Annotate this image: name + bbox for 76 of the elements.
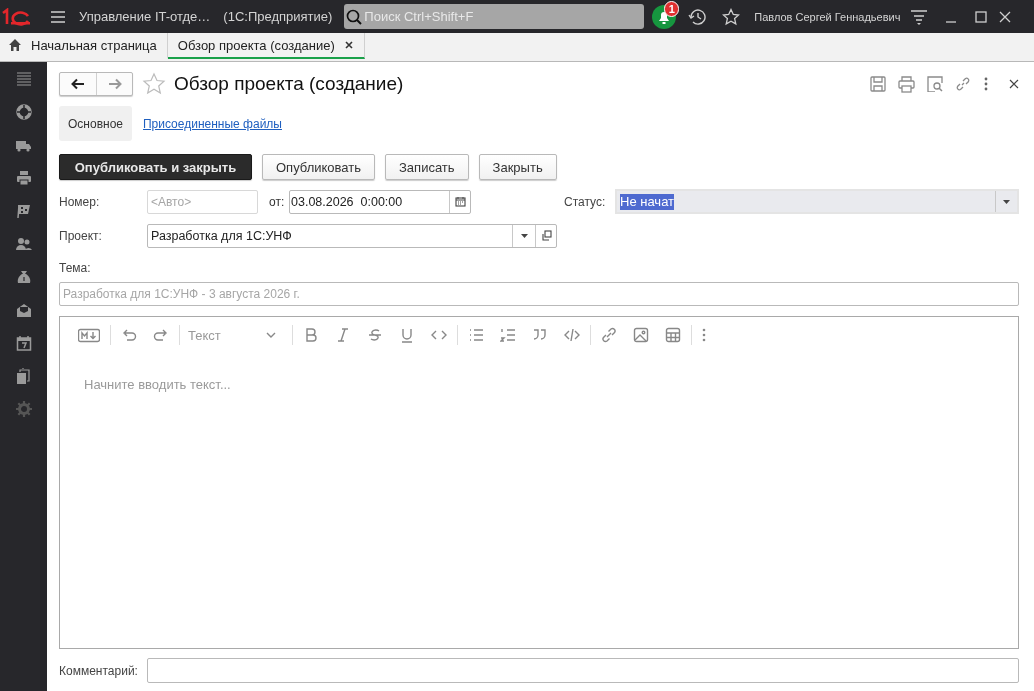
table-icon[interactable] (665, 327, 681, 343)
date-field[interactable]: 03.08.2026 0:00:00 (289, 189, 471, 214)
star-icon[interactable] (142, 72, 166, 96)
field-label: Статус: (564, 194, 607, 209)
filter-menu-icon[interactable] (910, 7, 929, 26)
documents-icon[interactable] (15, 368, 32, 384)
history-icon[interactable] (688, 7, 707, 26)
search-icon (346, 8, 363, 25)
field-label: от: (269, 194, 286, 209)
image-icon[interactable] (633, 327, 649, 343)
search-input[interactable]: Поиск Ctrl+Shift+F (362, 9, 635, 24)
calendar-icon[interactable] (15, 335, 32, 351)
date-input[interactable]: 03.08.2026 0:00:00 (290, 194, 449, 209)
flag-icon[interactable] (15, 203, 32, 219)
action-button[interactable]: Записать (385, 154, 469, 180)
save-icon[interactable] (870, 76, 886, 92)
link-icon[interactable] (955, 76, 971, 92)
dropdown-arrow-icon[interactable] (520, 233, 528, 238)
markdown-icon[interactable] (78, 327, 100, 343)
home-icon (8, 38, 22, 52)
search-field[interactable]: Поиск Ctrl+Shift+F (344, 4, 645, 29)
mail-icon[interactable] (15, 302, 32, 318)
number-input[interactable]: <Авто> (148, 194, 257, 209)
dropdown-arrow-icon[interactable] (1003, 199, 1010, 204)
close-icon[interactable] (1009, 79, 1019, 89)
action-button[interactable]: Опубликовать (262, 154, 375, 180)
tab[interactable]: Обзор проекта (создание) (167, 33, 365, 59)
money-bag-icon[interactable] (15, 269, 32, 285)
maximize-icon[interactable] (974, 9, 989, 24)
close-icon[interactable] (343, 40, 354, 50)
field-label: Номер: (59, 194, 101, 209)
default-button[interactable]: Опубликовать и закрыть (59, 154, 252, 180)
code-block-icon[interactable] (564, 327, 580, 343)
comment-field[interactable] (147, 658, 1019, 683)
underline-icon[interactable] (399, 327, 415, 343)
menu-icon[interactable] (50, 8, 66, 25)
project-field[interactable]: Разработка для 1С:УНФ (147, 223, 557, 248)
strikethrough-icon[interactable] (367, 327, 383, 343)
tab[interactable]: Начальная страница (0, 33, 168, 59)
undo-icon[interactable] (121, 327, 137, 343)
topic-input[interactable]: Разработка для 1С:УНФ - 3 августа 2026 г. (60, 287, 1018, 301)
list-icon[interactable] (15, 71, 32, 87)
user-name[interactable]: Павлов Сергей Геннадьевич (754, 10, 901, 23)
field-label: Комментарий: (59, 663, 139, 678)
redo-icon[interactable] (153, 327, 169, 343)
field-label: Проект: (59, 228, 103, 243)
number-field[interactable]: <Авто> (147, 189, 258, 214)
star-icon[interactable] (722, 7, 741, 26)
form-title: Обзор проекта (создание) (174, 73, 405, 95)
bold-icon[interactable] (303, 327, 319, 343)
italic-icon[interactable] (335, 327, 351, 343)
arrow-right-icon (106, 77, 123, 91)
platform-name: (1С:Предприятие) (223, 9, 333, 24)
printer-icon[interactable] (15, 170, 32, 186)
open-icon[interactable] (540, 230, 552, 241)
logo-icon (0, 7, 32, 26)
form-tab[interactable]: Основное (59, 106, 132, 141)
quote-icon[interactable] (532, 327, 548, 343)
notification-badge: 1 (664, 0, 680, 17)
arrow-left-icon (70, 77, 86, 91)
status-field[interactable]: Не начат (615, 189, 1019, 214)
topic-field[interactable]: Разработка для 1С:УНФ - 3 августа 2026 г. (59, 282, 1019, 306)
preview-icon[interactable] (927, 76, 943, 92)
calendar-icon[interactable] (454, 196, 466, 207)
more-icon[interactable] (702, 328, 706, 342)
field-label: Тема: (59, 261, 92, 275)
lifebuoy-icon[interactable] (15, 104, 32, 120)
project-input[interactable]: Разработка для 1С:УНФ (148, 228, 512, 243)
action-button[interactable]: Закрыть (478, 154, 557, 180)
printer-icon[interactable] (898, 75, 915, 93)
caret-icon (266, 332, 276, 338)
link-icon[interactable] (601, 327, 617, 343)
more-icon[interactable] (983, 77, 989, 91)
people-icon[interactable] (15, 236, 32, 252)
form-tab-link[interactable]: Присоединенные файлы (143, 106, 282, 141)
app-title: Управление IT-отде… (79, 9, 211, 24)
